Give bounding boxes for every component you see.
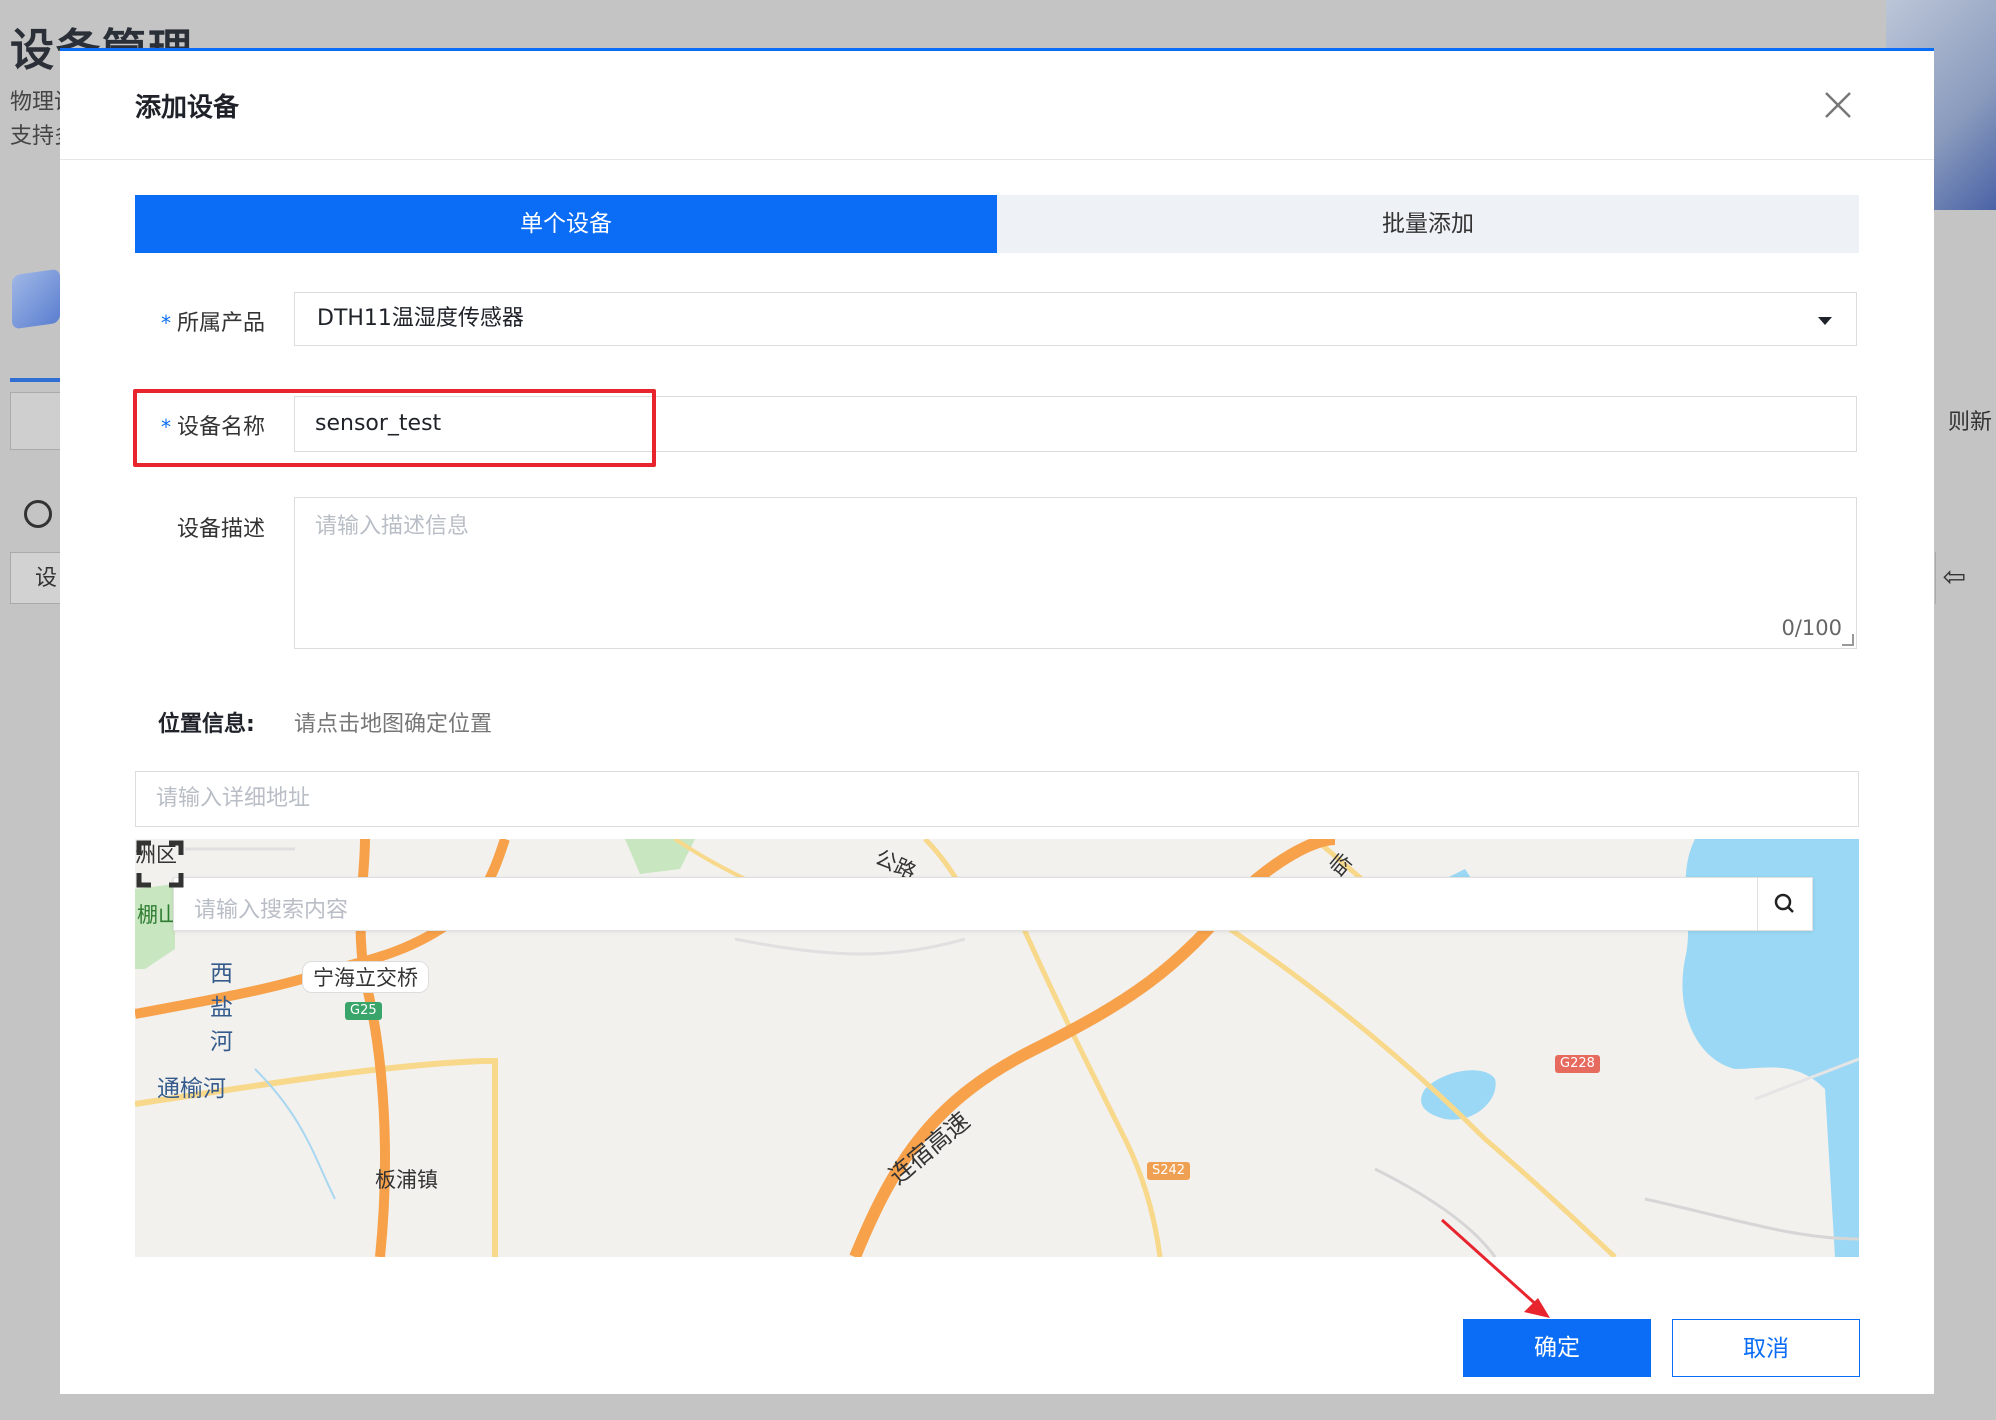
description-textarea[interactable]: 请输入描述信息 0/100 — [294, 497, 1857, 649]
location-hint: 请点击地图确定位置 — [294, 712, 493, 737]
map-view[interactable]: 洲区 棚山 西盐河 宁海立交桥 通榆河 板浦镇 连宿高速 公路 临 G25 G2… — [135, 839, 1859, 1257]
modal-title: 添加设备 — [135, 93, 240, 123]
product-label-row: * 所属产品 — [135, 305, 265, 337]
product-cube-icon — [12, 268, 60, 330]
description-label: 设备描述 — [176, 517, 265, 542]
tab-batch-add[interactable]: 批量添加 — [997, 195, 1859, 253]
description-placeholder: 请输入描述信息 — [315, 514, 470, 539]
map-search-placeholder: 请输入搜索内容 — [194, 898, 349, 923]
resize-handle-icon[interactable] — [1842, 634, 1854, 646]
description-char-count: 0/100 — [1781, 616, 1842, 640]
caret-down-icon — [1818, 317, 1832, 325]
close-icon[interactable] — [1820, 87, 1856, 123]
map-search-button[interactable] — [1757, 878, 1812, 930]
required-mark: * — [160, 311, 171, 335]
search-icon — [1774, 893, 1794, 913]
map-label: 通榆河 — [157, 1076, 226, 1102]
map-label: 西盐河 — [210, 961, 233, 1055]
product-select[interactable]: DTH11温湿度传感器 — [294, 292, 1857, 346]
location-label: 位置信息: — [158, 712, 255, 737]
background-panel — [10, 392, 61, 450]
confirm-button[interactable]: 确定 — [1463, 1319, 1651, 1377]
description-label-row: 设备描述 — [135, 511, 265, 543]
settings-icon[interactable] — [24, 500, 52, 528]
tab-single-device[interactable]: 单个设备 — [135, 195, 997, 253]
name-label-row: * 设备名称 — [135, 409, 265, 441]
fullscreen-icon[interactable] — [135, 839, 185, 889]
device-name-input[interactable]: sensor_test — [294, 396, 1857, 452]
product-label: 所属产品 — [176, 311, 265, 336]
highway-shield: S242 — [1147, 1162, 1191, 1180]
required-mark: * — [160, 415, 171, 439]
background-hint-text: ，则新 — [1925, 410, 1992, 435]
background-button[interactable]: 设 — [10, 552, 60, 604]
product-select-value: DTH11温湿度传感器 — [317, 306, 524, 331]
back-arrow-icon[interactable]: ⇦ — [1943, 560, 1966, 593]
name-label: 设备名称 — [176, 415, 265, 440]
add-device-modal: 添加设备 单个设备 批量添加 * 所属产品 DTH11温湿度传感器 * 设备名称 s… — [60, 48, 1934, 1394]
device-name-value: sensor_test — [315, 411, 442, 436]
modal-header: 添加设备 — [60, 51, 1934, 160]
device-mode-tabs: 单个设备 批量添加 — [135, 195, 1859, 253]
highway-shield: G25 — [345, 1002, 382, 1020]
map-label: 板浦镇 — [375, 1168, 438, 1192]
cancel-button[interactable]: 取消 — [1672, 1319, 1860, 1377]
address-input[interactable]: 请输入详细地址 — [135, 771, 1859, 827]
highway-shield: G228 — [1555, 1055, 1600, 1073]
map-search-bar[interactable]: 请输入搜索内容 — [173, 877, 1813, 931]
active-tab-indicator — [10, 378, 60, 382]
map-label: 宁海立交桥 — [302, 961, 429, 993]
